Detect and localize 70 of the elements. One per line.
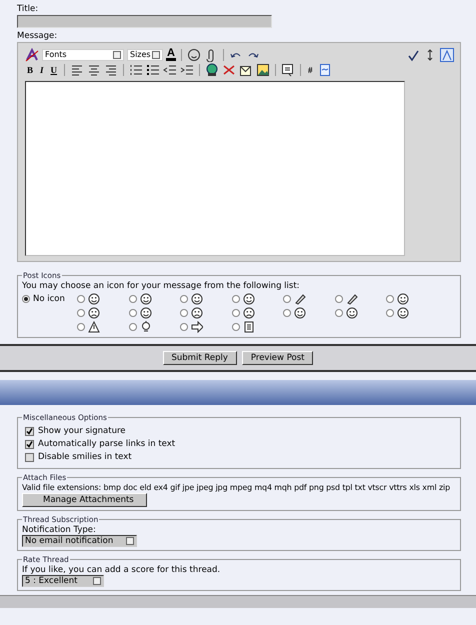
- align-right-icon[interactable]: [104, 62, 118, 76]
- arrow-icon: [191, 321, 203, 333]
- radio-button[interactable]: [180, 295, 188, 303]
- checkbox-label: Show your signature: [38, 426, 126, 436]
- rating-select[interactable]: 5 : Excellent: [22, 575, 104, 587]
- message-label: Message:: [17, 31, 58, 41]
- bulb-icon: [140, 321, 152, 333]
- checkbox-label: Automatically parse links in text: [38, 439, 176, 449]
- manage-attachments-button[interactable]: Manage Attachments: [22, 493, 147, 507]
- radio-button[interactable]: [77, 323, 85, 331]
- radio-button[interactable]: [283, 295, 291, 303]
- code-icon[interactable]: [318, 62, 332, 76]
- radio-button[interactable]: [232, 323, 240, 331]
- font-style-icon[interactable]: [440, 48, 454, 62]
- post-icons-intro: You may choose an icon for your message from the following list:: [22, 281, 300, 291]
- radio-button[interactable]: [386, 309, 394, 317]
- checkbox[interactable]: [25, 452, 34, 462]
- align-center-icon[interactable]: [87, 62, 102, 76]
- bullet-list-icon[interactable]: [146, 62, 160, 76]
- radio-button[interactable]: [334, 309, 342, 317]
- pencil-icon: [346, 293, 358, 305]
- sad-icon: [242, 307, 254, 319]
- align-left-icon[interactable]: [70, 62, 84, 76]
- radio-button[interactable]: [128, 323, 136, 331]
- font-select[interactable]: Fonts: [42, 48, 124, 60]
- unlink-icon[interactable]: [222, 62, 236, 76]
- radio-button[interactable]: [386, 295, 394, 303]
- indent-icon[interactable]: [180, 62, 194, 76]
- notification-select[interactable]: No email notification: [22, 535, 137, 547]
- radio-button[interactable]: [22, 295, 30, 303]
- format-icon[interactable]: [25, 48, 39, 62]
- radio-button[interactable]: [128, 309, 136, 317]
- rating-text: If you like, you can add a score for this thread.: [22, 565, 222, 575]
- italic-button[interactable]: I: [38, 64, 46, 74]
- hash-button[interactable]: #: [306, 64, 315, 74]
- smiley-icon: [294, 307, 306, 319]
- checkbox-label: Disable smilies in text: [38, 452, 132, 462]
- globe-link-icon[interactable]: [205, 62, 220, 76]
- radio-button[interactable]: [232, 309, 240, 317]
- sad-icon: [191, 307, 203, 319]
- notification-label: Notification Type:: [22, 525, 97, 535]
- text-color-button[interactable]: A: [166, 48, 176, 61]
- bold-button[interactable]: B: [25, 64, 36, 74]
- radio-button[interactable]: [128, 295, 136, 303]
- radio-button[interactable]: [77, 295, 85, 303]
- outdent-icon[interactable]: [163, 62, 178, 76]
- underline-button[interactable]: U: [48, 64, 60, 74]
- radio-button[interactable]: [283, 309, 291, 317]
- smiley-icon[interactable]: [186, 48, 201, 62]
- numbered-list-icon[interactable]: [129, 62, 144, 76]
- angry-icon: [88, 307, 100, 319]
- radio-button[interactable]: [232, 295, 240, 303]
- warning-icon: [88, 321, 100, 333]
- radio-button[interactable]: [334, 295, 342, 303]
- radio-button[interactable]: [180, 309, 188, 317]
- title-field[interactable]: [17, 15, 272, 28]
- document-icon: [242, 321, 254, 333]
- size-select[interactable]: Sizes: [127, 48, 163, 60]
- checkbox[interactable]: [25, 426, 34, 436]
- checkbox[interactable]: [25, 440, 34, 448]
- radio-button[interactable]: [77, 309, 85, 317]
- preview-button[interactable]: Preview Post: [242, 351, 314, 365]
- title-label: Title:: [17, 4, 40, 14]
- radio-button[interactable]: [180, 323, 188, 331]
- message-field[interactable]: [25, 81, 405, 256]
- submit-button[interactable]: Submit Reply: [162, 351, 237, 365]
- radio-label: No icon: [33, 294, 65, 304]
- quote-icon[interactable]: [281, 62, 296, 76]
- image-icon[interactable]: [256, 62, 270, 76]
- smiley-icon: [397, 293, 409, 305]
